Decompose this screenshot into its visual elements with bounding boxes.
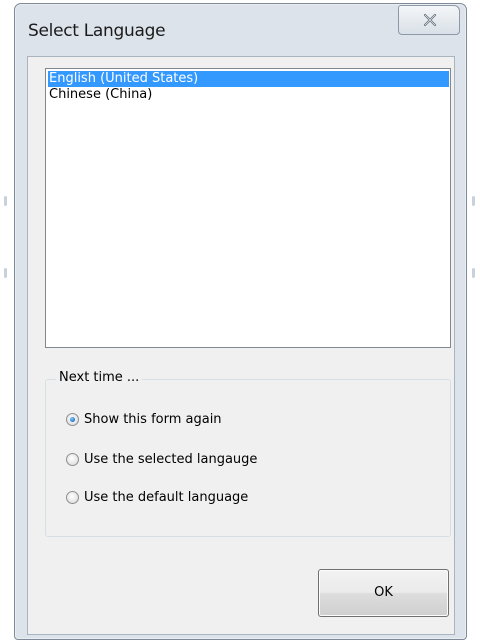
next-time-group-label: Next time ... — [56, 370, 143, 385]
radio-unchecked-icon[interactable] — [66, 453, 79, 466]
window-title: Select Language — [28, 21, 166, 41]
background-edge-mark — [4, 196, 7, 206]
background-edge-mark — [4, 268, 7, 278]
dialog-client-area: English (United States) Chinese (China) … — [27, 56, 455, 635]
language-item-english[interactable]: English (United States) — [48, 71, 449, 87]
radio-checked-icon[interactable] — [66, 413, 79, 426]
radio-label[interactable]: Use the default language — [84, 490, 248, 506]
close-button[interactable] — [398, 5, 460, 35]
title-bar[interactable]: Select Language — [15, 4, 466, 56]
language-item-chinese[interactable]: Chinese (China) — [48, 87, 449, 103]
language-listbox[interactable]: English (United States) Chinese (China) — [45, 68, 451, 348]
radio-unchecked-icon[interactable] — [66, 491, 79, 504]
ok-button[interactable]: OK — [318, 569, 449, 617]
background-edge-mark — [472, 268, 475, 278]
close-icon — [423, 13, 437, 27]
background-edge-mark — [472, 196, 475, 206]
radio-label[interactable]: Show this form again — [84, 412, 222, 428]
select-language-dialog: Select Language English (United States) … — [14, 3, 467, 640]
next-time-groupbox: Next time ... Show this form again Use t… — [45, 370, 451, 537]
radio-label[interactable]: Use the selected langauge — [84, 452, 257, 468]
screenshot-canvas: Select Language English (United States) … — [0, 0, 480, 644]
